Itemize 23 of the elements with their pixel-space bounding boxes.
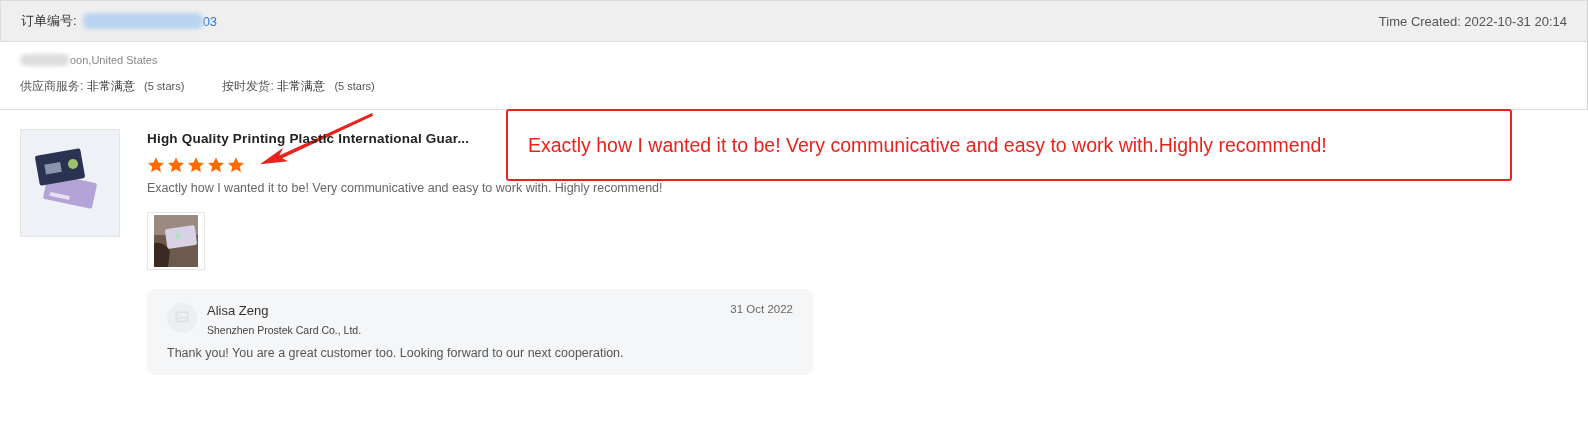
review-text: Exactly how I wanted it to be! Very communicative and easy to work with. Highly recommend! [147,181,663,195]
seller-company: Shenzhen Prostek Card Co., Ltd. [207,324,362,336]
rating-stars-text: (5 stars) [144,80,185,92]
buyer-location: oon,United States [70,54,158,66]
star-icon [207,156,225,174]
annotation-box: Exactly how I wanted it to be! Very communicative and easy to work with.Highly recommend! [506,109,1512,181]
reply-date: 31 Oct 2022 [730,303,793,315]
star-icon [147,156,165,174]
star-icon [167,156,185,174]
redaction-blur [20,54,70,66]
time-created: Time Created: 2022-10-31 20:14 [1378,13,1567,29]
seller-name: Alisa Zeng [207,303,270,318]
avatar-icon [167,303,197,333]
rating-value: 非常满意 [277,79,326,93]
rating-value: 非常满意 [86,79,135,93]
star-icon [227,156,245,174]
rating-stars-text: (5 stars) [334,80,375,92]
rating-label: 供应商服务: [20,79,84,93]
star-icon [187,156,205,174]
reply-text: Thank you! You are a great customer too. Looking forward to our next cooperation. [167,346,625,360]
order-number-link[interactable]: 03 [202,13,218,29]
order-number-label: 订单编号: [21,12,77,30]
rating-label: 按时发货: [222,79,274,93]
